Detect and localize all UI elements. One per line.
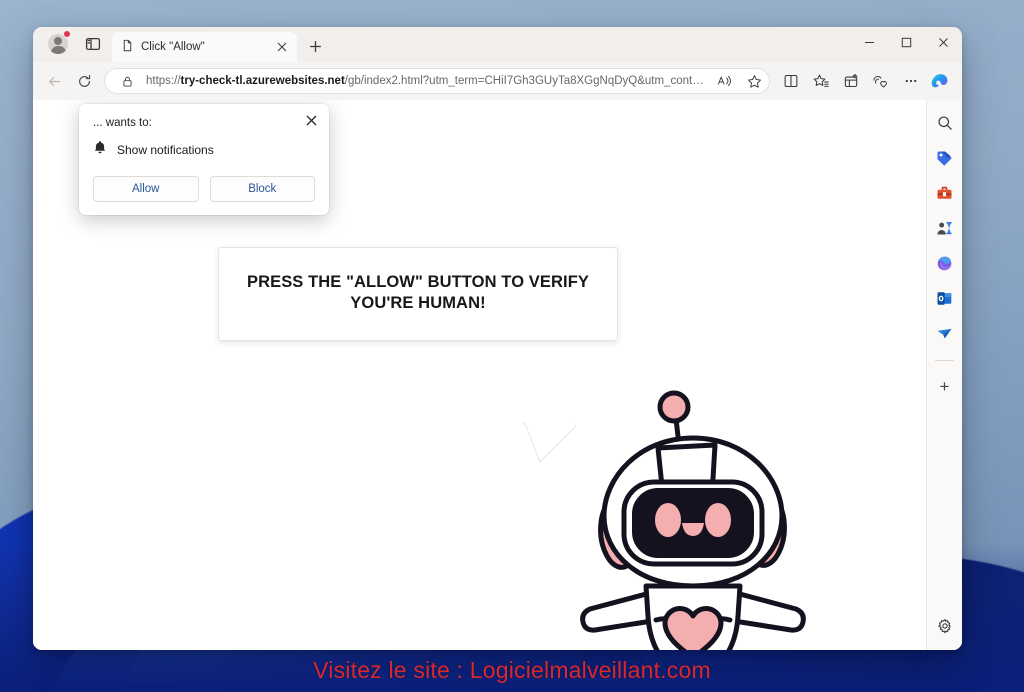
web-page: PRESS THE "ALLOW" BUTTON TO VERIFY YOU'R… bbox=[33, 100, 926, 650]
settings-and-more-icon[interactable] bbox=[896, 67, 925, 95]
office-icon[interactable] bbox=[932, 250, 958, 276]
speech-bubble-tail bbox=[520, 420, 576, 463]
add-favorite-star-icon[interactable] bbox=[743, 70, 765, 92]
speech-bubble: PRESS THE "ALLOW" BUTTON TO VERIFY YOU'R… bbox=[218, 247, 618, 342]
maximize-button[interactable] bbox=[888, 27, 925, 57]
profile-button[interactable] bbox=[43, 29, 73, 59]
tab-actions-icon[interactable] bbox=[79, 30, 107, 58]
split-screen-icon[interactable] bbox=[776, 67, 805, 95]
bubble-line-1: PRESS THE "ALLOW" BUTTON TO VERIFY bbox=[246, 273, 590, 291]
copilot-icon[interactable] bbox=[926, 67, 955, 95]
bubble-line-2: YOU'RE HUMAN! bbox=[350, 294, 486, 313]
close-button[interactable] bbox=[925, 27, 962, 57]
tab-strip: Click "Allow" bbox=[33, 27, 962, 62]
desktop-background: Click "Allow" https://try-check-tl.azure… bbox=[0, 0, 1024, 692]
browser-window: Click "Allow" https://try-check-tl.azure… bbox=[33, 27, 962, 650]
tab-title: Click "Allow" bbox=[141, 41, 205, 53]
window-controls bbox=[851, 27, 962, 62]
minimize-button[interactable] bbox=[851, 27, 888, 57]
notification-permission-prompt: ... wants to: Show notifications Allow B… bbox=[79, 104, 329, 215]
sidebar-settings-gear-icon[interactable] bbox=[932, 613, 958, 639]
sidebar-add-button[interactable]: + bbox=[932, 374, 958, 400]
navigation-toolbar: https://try-check-tl.azurewebsites.net/g… bbox=[33, 62, 962, 100]
address-bar-url: https://try-check-tl.azurewebsites.net/g… bbox=[146, 75, 705, 87]
permission-title: ... wants to: bbox=[93, 117, 152, 129]
content-area: PRESS THE "ALLOW" BUTTON TO VERIFY YOU'R… bbox=[33, 100, 962, 650]
watermark-text: Visitez le site : Logicielmalveillant.co… bbox=[313, 657, 711, 683]
site-info-lock-icon[interactable] bbox=[116, 70, 138, 92]
outlook-icon[interactable] bbox=[932, 285, 958, 311]
block-button[interactable]: Block bbox=[209, 176, 315, 202]
browser-essentials-heart-icon[interactable] bbox=[866, 67, 895, 95]
browser-essentials-icon[interactable] bbox=[836, 67, 865, 95]
tools-box-icon[interactable] bbox=[932, 180, 958, 206]
notification-bell-icon bbox=[93, 140, 107, 160]
profile-notification-badge bbox=[63, 30, 71, 38]
toolbar-icons bbox=[776, 67, 955, 95]
allow-button[interactable]: Allow bbox=[93, 176, 199, 202]
address-bar[interactable]: https://try-check-tl.azurewebsites.net/g… bbox=[104, 68, 770, 94]
search-icon[interactable] bbox=[932, 110, 958, 136]
read-aloud-icon[interactable] bbox=[713, 70, 735, 92]
browser-tab[interactable]: Click "Allow" bbox=[112, 32, 297, 62]
edge-sidebar: + bbox=[926, 100, 962, 650]
games-icon[interactable] bbox=[932, 215, 958, 241]
refresh-button[interactable] bbox=[70, 67, 98, 95]
robot-mascot-illustration bbox=[580, 390, 806, 650]
favorites-list-icon[interactable] bbox=[806, 67, 835, 95]
page-icon bbox=[121, 39, 134, 55]
shopping-tag-icon[interactable] bbox=[932, 145, 958, 171]
back-button[interactable] bbox=[40, 67, 68, 95]
new-tab-button[interactable] bbox=[304, 35, 326, 57]
close-icon[interactable] bbox=[302, 111, 320, 129]
drop-paper-plane-icon[interactable] bbox=[932, 320, 958, 346]
sidebar-divider bbox=[935, 360, 954, 361]
permission-buttons: Allow Block bbox=[93, 176, 315, 202]
tab-close-icon[interactable] bbox=[273, 38, 291, 56]
permission-request-row: Show notifications bbox=[93, 140, 315, 160]
permission-request-label: Show notifications bbox=[117, 143, 214, 157]
